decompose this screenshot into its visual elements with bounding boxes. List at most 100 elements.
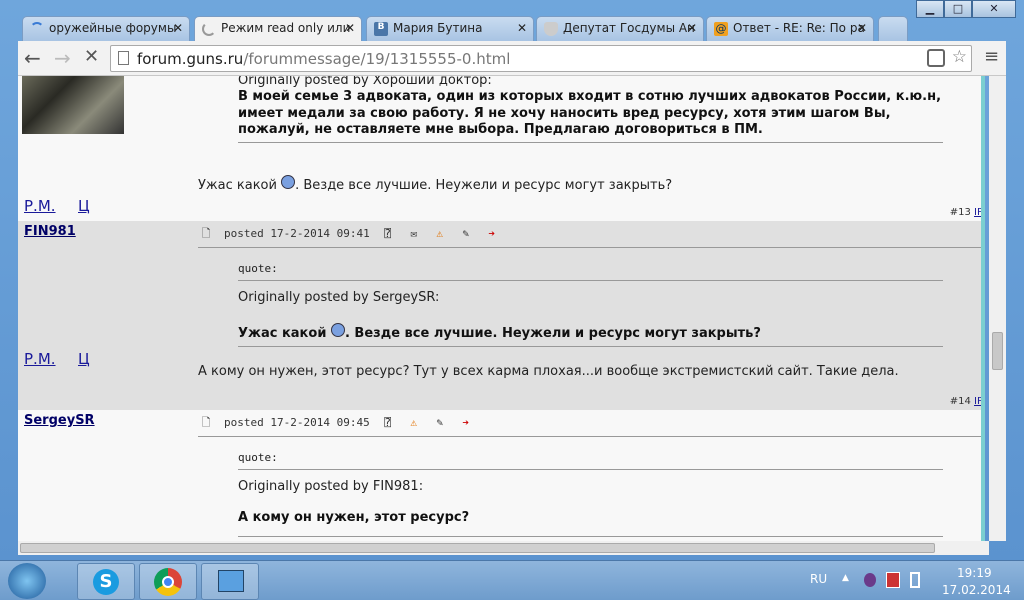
post-date: posted 17-2-2014 09:41 [224,227,370,240]
quote-text: . Везде все лучшие. Неужели и ресурс мог… [344,326,761,341]
tab-0[interactable]: оружейные форумы ✕ [22,16,190,41]
quote-line: В моей семье 3 адвоката, один из которых… [238,89,942,104]
minimize-button[interactable]: ▁ [916,0,944,18]
reply-icon[interactable]: ➔ [458,416,474,429]
chrome-icon [154,568,182,596]
extension-icon[interactable] [927,49,945,67]
taskbar: S RU ▲ 19:19 17.02.2014 [0,560,1024,600]
new-tab-button[interactable] [878,16,908,41]
close-tab-icon[interactable]: ✕ [517,21,527,35]
url-host: forum.guns.ru [137,50,244,68]
star-icon[interactable]: ☆ [952,47,967,67]
skype-icon: S [93,569,119,595]
post-14: FIN981 🗋 posted 17-2-2014 09:41 ⍰ ✉ ⚠ ✎ ➔ quo… [18,221,981,410]
warning-icon[interactable]: ⚠ [406,416,422,429]
quote-author: Originally posted by SergeySR: [238,290,440,305]
tab-label: Ответ - RE: Re: По ра [733,21,865,35]
loading-icon [202,22,216,36]
tray-security-icon[interactable] [886,572,900,588]
chrome-taskbar-button[interactable] [139,563,197,600]
clock-date[interactable]: 17.02.2014 [942,583,1011,597]
url-path: /forummessage/19/1315555-0.html [243,50,511,68]
tab-label: Режим read only или [221,21,351,35]
pm-link[interactable]: Р.М. [24,350,56,368]
close-tab-icon[interactable]: ✕ [857,21,867,35]
quote-label: quote: [238,451,278,464]
divider [238,346,943,347]
tab-label: Мария Бутина [393,21,483,35]
pm-link[interactable]: Р.М. [24,197,56,215]
sad-smiley-icon [330,323,345,337]
tab-1[interactable]: Режим read only или ✕ [194,16,362,41]
quote-line: пожалуй, не оставляете мне выбора. Предл… [238,122,763,137]
warning-icon[interactable]: ⚠ [432,227,448,240]
c-link[interactable]: Ц [78,350,90,368]
maximize-button[interactable]: □ [944,0,972,18]
tab-3[interactable]: Депутат Госдумы Ан ✕ [536,16,704,41]
scroll-thumb[interactable] [992,332,1003,370]
toolbar: ← → ✕ forum.guns.ru/forummessage/19/1315… [18,41,1006,76]
divider [198,436,981,437]
post-icon: 🗋 [201,226,211,240]
close-tab-icon[interactable]: ✕ [345,21,355,35]
menu-icon[interactable]: ≡ [984,46,999,67]
vertical-scrollbar[interactable] [989,76,1006,541]
show-hidden-icons[interactable]: ▲ [842,573,849,583]
post-text: А кому он нужен, этот ресурс? Тут у всех… [198,364,899,379]
divider [238,142,943,143]
power-icon[interactable] [910,572,920,588]
post-15: SergeySR 🗋 posted 17-2-2014 09:45 ⍰ ⚠ ✎ ➔ qu… [18,410,981,541]
tab-4[interactable]: @ Ответ - RE: Re: По ра ✕ [706,16,874,41]
quote-author: Originally posted by Хороший доктор: [238,76,492,88]
close-tab-icon[interactable]: ✕ [687,21,697,35]
horizontal-scrollbar[interactable] [18,541,989,555]
forward-icon[interactable]: → [54,46,71,70]
divider [198,247,981,248]
quote-line: имеет медали за свою работу. Я не хочу н… [238,106,891,121]
quote-author: Originally posted by FIN981: [238,479,424,494]
edit-icon[interactable]: ✎ [432,416,448,429]
back-icon[interactable]: ← [24,46,41,70]
clock-time[interactable]: 19:19 [957,566,992,580]
control-panel-taskbar-button[interactable] [201,563,259,600]
start-button[interactable] [8,563,46,599]
username-link[interactable]: SergeySR [24,413,95,428]
quote-text: Ужас какой [238,326,327,341]
ip-link[interactable]: IP [974,207,981,218]
profile-icon[interactable]: ⍰ [380,416,396,429]
post-icon: 🗋 [201,415,211,429]
divider [238,469,943,470]
sad-smiley-icon [281,175,296,189]
message-icon[interactable]: ✉ [406,227,422,240]
tray-app-icon[interactable] [864,573,876,587]
edit-icon[interactable]: ✎ [458,227,474,240]
post-13: Originally posted by Хороший доктор: В м… [18,76,981,221]
post-number: #14 [949,396,971,407]
control-panel-icon [218,570,244,592]
reply-icon[interactable]: ➔ [484,227,500,240]
page-icon [118,51,129,65]
skype-taskbar-button[interactable]: S [77,563,135,600]
window-controls: ▁ □ ✕ [916,0,1016,18]
quote-label: quote: [238,262,278,275]
c-link[interactable]: Ц [78,197,90,215]
close-tab-icon[interactable]: ✕ [173,21,183,35]
shield-icon [544,22,558,36]
stop-icon[interactable]: ✕ [84,46,99,67]
loading-icon [30,22,44,36]
language-indicator[interactable]: RU [810,572,827,586]
username-link[interactable]: FIN981 [24,224,76,239]
ip-link[interactable]: IP [974,396,981,407]
post-text: Ужас какой [198,178,277,193]
profile-icon[interactable]: ⍰ [380,227,396,240]
scroll-thumb[interactable] [20,543,935,553]
avatar [22,76,124,134]
post-text: . Везде все лучшие. Неужели и ресурс мог… [295,178,673,193]
close-window-button[interactable]: ✕ [972,0,1016,18]
quote-text: А кому он нужен, этот ресурс? [238,510,470,525]
tab-label: оружейные форумы [49,21,177,35]
tab-2[interactable]: B Мария Бутина ✕ [366,16,534,41]
address-bar[interactable]: forum.guns.ru/forummessage/19/1315555-0.… [110,45,972,72]
post-number: #13 [949,207,971,218]
post-date: posted 17-2-2014 09:45 [224,416,370,429]
